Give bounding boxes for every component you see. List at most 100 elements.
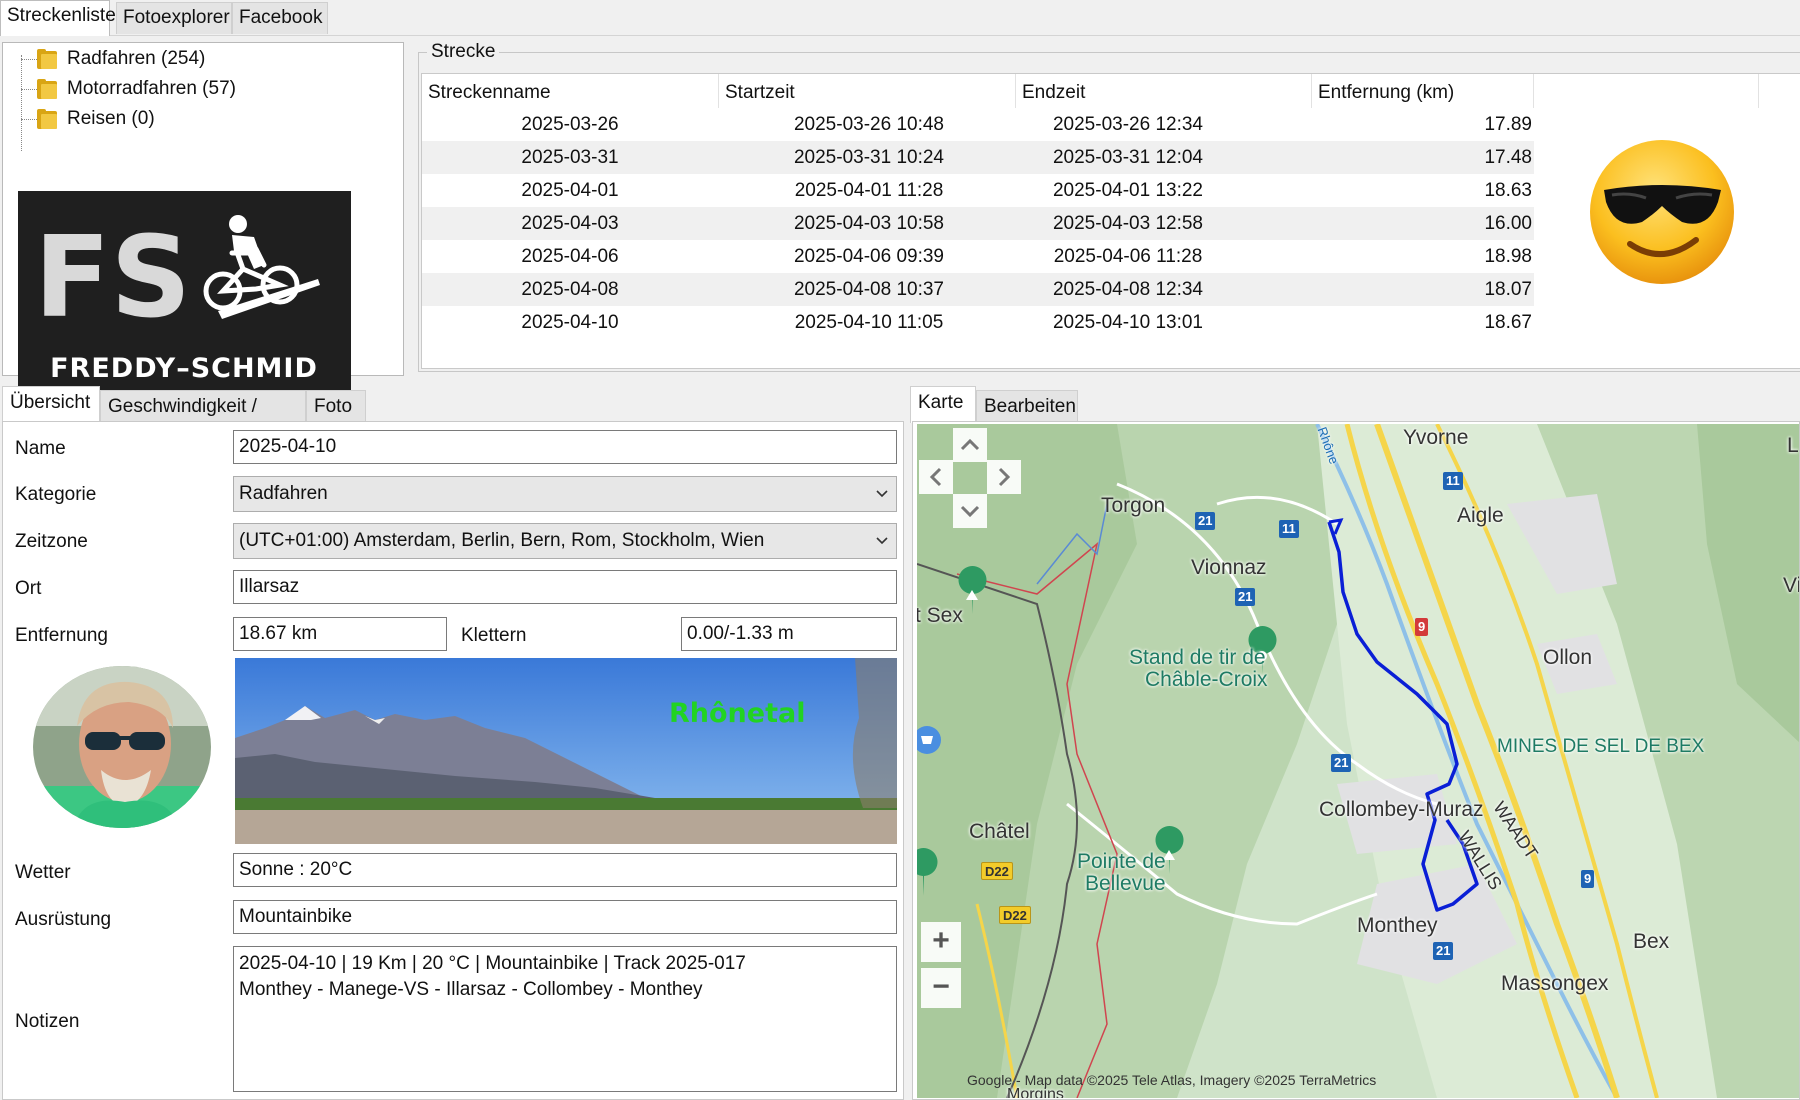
tree-item-label: Motorradfahren (57) [67, 78, 236, 99]
tree-item-radfahren[interactable]: Radfahren (254) [21, 45, 205, 73]
wetter-field[interactable]: Sonne : 20°C [233, 853, 897, 887]
table-cell: 2025-04-06 11:28 [1053, 246, 1203, 267]
tab-fotoexplorer[interactable]: Fotoexplorer [116, 2, 232, 34]
tab-uebersicht[interactable]: Übersicht [2, 386, 100, 423]
tab-karte[interactable]: Karte [910, 386, 976, 423]
map-view[interactable]: Yvorne Aigle Torgon Vionnaz t Sex Stand … [917, 424, 1800, 1098]
table-row[interactable]: 2025-03-26 2025-03-26 10:48 2025-03-26 12:… [422, 108, 1534, 141]
tree-item-label: Radfahren (254) [67, 48, 206, 69]
table-cell: 2025-04-10 11:05 [794, 312, 944, 333]
tab-label: Bearbeiten [984, 396, 1076, 417]
zeitzone-label: Zeitzone [15, 531, 88, 552]
table-row[interactable]: 2025-03-31 2025-03-31 10:24 2025-03-31 12:… [422, 141, 1534, 174]
table-cell: 2025-04-06 09:39 [793, 246, 944, 267]
map-label: Vi [1783, 574, 1800, 597]
tab-geschwindigkeit-hoehe[interactable]: Geschwindigkeit / Höhe [100, 390, 306, 449]
map-label: Collombey-Muraz [1319, 798, 1484, 821]
column-header-endzeit[interactable]: Endzeit [1016, 74, 1312, 108]
tab-facebook[interactable]: Facebook [232, 2, 328, 34]
category-tree-panel: Radfahren (254) Motorradfahren (57) Reis… [2, 42, 404, 401]
overview-form: Name 2025-04-10 Kategorie Radfahren Zeit… [2, 421, 904, 1100]
notizen-textarea[interactable]: 2025-04-10 | 19 Km | 20 °C | Mountainbik… [233, 946, 897, 1092]
table-row[interactable]: 2025-04-10 2025-04-10 11:05 2025-04-10 13:… [422, 306, 1534, 339]
pan-up-button[interactable] [953, 428, 987, 462]
table-cell: 2025-04-01 [521, 180, 619, 201]
chevron-right-icon [998, 467, 1011, 487]
route-photo: Rhônetal [235, 658, 897, 844]
entfernung-field[interactable]: 18.67 km [233, 617, 447, 651]
table-cell: 2025-04-06 [521, 246, 619, 267]
tree-item-motorradfahren[interactable]: Motorradfahren (57) [21, 75, 236, 103]
freddy-schmid-logo: FS FREDDY–SCHMID [18, 191, 351, 401]
table-cell: 2025-04-10 13:01 [1052, 312, 1203, 333]
table-cell: 18.63 [1484, 180, 1532, 201]
zeitzone-select[interactable]: (UTC+01:00) Amsterdam, Berlin, Bern, Rom… [233, 523, 897, 559]
map-label: Ollon [1543, 646, 1593, 669]
klettern-field[interactable]: 0.00/-1.33 m [681, 617, 897, 651]
sunglasses-emoji-icon [1590, 140, 1735, 285]
avatar [33, 666, 211, 828]
table-cell: 2025-03-26 12:34 [1052, 114, 1203, 135]
column-header-streckenname[interactable]: Streckenname [422, 74, 719, 108]
table-cell: 2025-03-31 10:24 [793, 147, 944, 168]
chevron-down-icon [876, 490, 888, 498]
table-cell: 2025-03-26 [521, 114, 619, 135]
photo-caption: Rhônetal [669, 698, 805, 729]
table-cell: 2025-04-01 13:22 [1052, 180, 1203, 201]
road-badge: 21 [1235, 588, 1256, 606]
road-badge: D22 [981, 862, 1013, 880]
tab-label: Karte [918, 392, 964, 413]
tab-label: Foto [314, 396, 353, 417]
table-cell: 2025-03-26 10:48 [793, 114, 944, 135]
tab-foto[interactable]: Foto [306, 390, 366, 422]
ort-field[interactable]: Illarsaz [233, 570, 897, 604]
map-label: Stand de tir de [1129, 646, 1266, 669]
tree-item-label: Reisen (0) [67, 108, 155, 129]
road-badge: D22 [999, 906, 1031, 924]
table-row[interactable]: 2025-04-03 2025-04-03 10:58 2025-04-03 12:… [422, 207, 1534, 240]
road-badge: 9 [1581, 870, 1595, 888]
tab-label: Facebook [239, 7, 323, 28]
tab-streckenliste[interactable]: Streckenliste [0, 0, 116, 36]
column-header-empty [1534, 74, 1759, 108]
pan-left-button[interactable] [919, 460, 953, 494]
chevron-up-icon [960, 438, 980, 451]
chevron-down-icon [876, 537, 888, 545]
map-label: t Sex [917, 604, 963, 627]
column-header-entfernung[interactable]: Entfernung (km) [1312, 74, 1534, 108]
detail-tab-bar: Übersicht Geschwindigkeit / Höhe Foto [0, 386, 904, 449]
kategorie-select[interactable]: Radfahren [233, 476, 897, 512]
folder-icon [37, 49, 59, 69]
zoom-in-button[interactable]: + [921, 922, 961, 962]
chevron-down-icon [960, 505, 980, 518]
main-tab-bar: Streckenliste Fotoexplorer Facebook [0, 0, 1800, 36]
table-cell: 2025-04-08 [521, 279, 619, 300]
table-cell: 18.67 [1484, 312, 1532, 333]
tree-item-reisen[interactable]: Reisen (0) [21, 105, 155, 133]
logo-text: FREDDY–SCHMID [50, 353, 318, 384]
wetter-label: Wetter [15, 862, 71, 883]
table-header: Streckenname Startzeit Endzeit Entfernun… [422, 74, 1800, 108]
road-badge: 21 [1195, 512, 1216, 530]
tab-bearbeiten[interactable]: Bearbeiten [976, 390, 1078, 422]
table-cell: 16.00 [1484, 213, 1532, 234]
road-badge: 21 [1331, 754, 1352, 772]
zoom-out-button[interactable]: − [921, 968, 961, 1008]
table-row[interactable]: 2025-04-08 2025-04-08 10:37 2025-04-08 12:… [422, 273, 1534, 306]
notizen-label: Notizen [15, 1011, 80, 1032]
group-title: Strecke [427, 41, 500, 63]
table-row[interactable]: 2025-04-01 2025-04-01 11:28 2025-04-01 13:… [422, 174, 1534, 207]
table-row[interactable]: 2025-04-06 2025-04-06 09:39 2025-04-06 11:… [422, 240, 1534, 273]
column-header-startzeit[interactable]: Startzeit [719, 74, 1016, 108]
map-label: MINES DE SEL DE BEX [1497, 736, 1705, 757]
ausruestung-field[interactable]: Mountainbike [233, 900, 897, 934]
ausruestung-label: Ausrüstung [15, 909, 112, 930]
map-label: Monthey [1357, 914, 1438, 937]
map-attribution: Google - Map data ©2025 Tele Atlas, Imag… [967, 1072, 1377, 1088]
name-label: Name [15, 438, 66, 459]
tab-label: Streckenliste [7, 5, 116, 26]
pan-right-button[interactable] [987, 460, 1021, 494]
name-field[interactable]: 2025-04-10 [233, 430, 897, 464]
pan-down-button[interactable] [953, 494, 987, 528]
map-label: Massongex [1501, 972, 1609, 995]
